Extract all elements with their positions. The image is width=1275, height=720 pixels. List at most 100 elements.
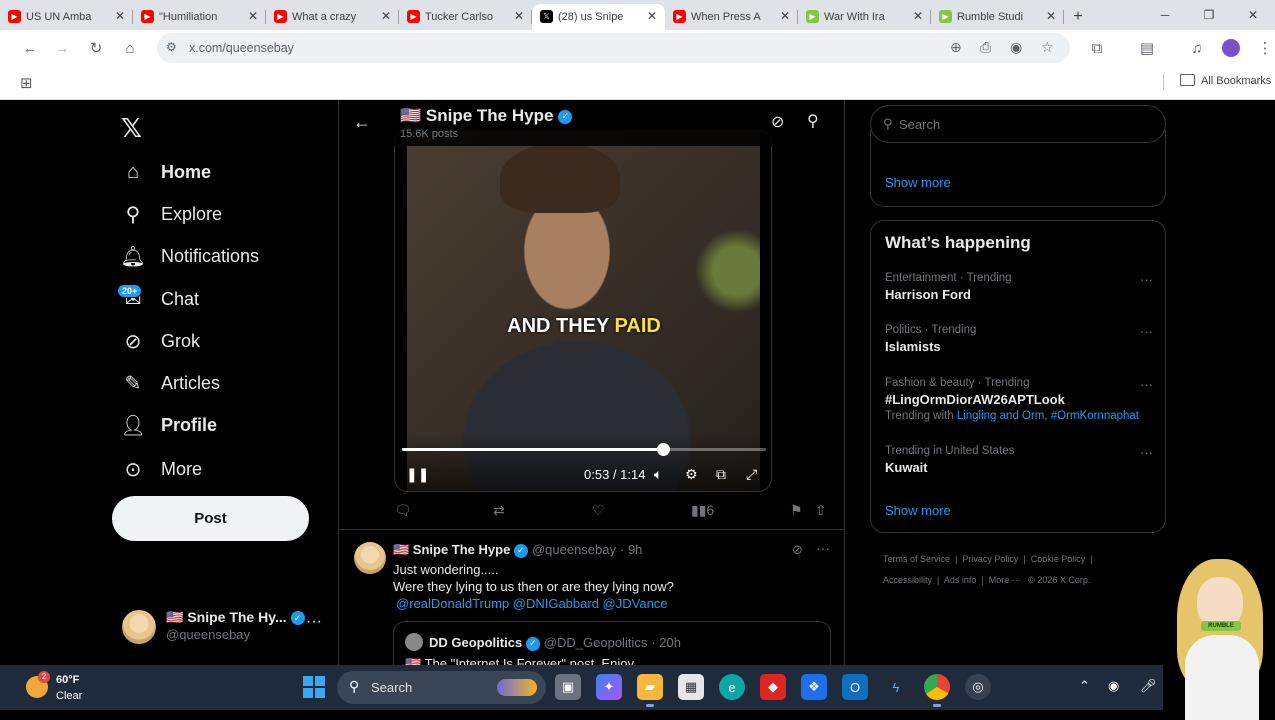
terms-link[interactable]: Terms of Service	[883, 554, 950, 564]
nav-item-profile[interactable]: 👤︎ Profile	[120, 410, 217, 440]
outlook-icon[interactable]: O	[842, 674, 868, 700]
mute-icon[interactable]: 🔈︎	[654, 466, 662, 483]
more-dots-icon[interactable]: ···	[1140, 445, 1153, 460]
browser-tab[interactable]: ▶ US UN Amba ✕	[0, 4, 133, 30]
trend-item[interactable]: Entertainment · Trending Harrison Ford ·…	[885, 272, 1153, 302]
nav-item-grok[interactable]: ⊘ Grok	[121, 326, 200, 356]
browser-tab[interactable]: ▶ When Press A ✕	[665, 4, 798, 30]
video-player[interactable]: AND THEY PAID ❚❚ 0:53 / 1:14 🔈︎ ⚙ ⧉ ⤢	[394, 130, 772, 492]
show-more-link[interactable]: Show more	[885, 503, 951, 518]
pip-icon[interactable]: ⧉	[716, 466, 726, 483]
bookmark-icon[interactable]: ⚑	[790, 502, 803, 519]
reading-mode-icon[interactable]: ▤	[1137, 39, 1157, 57]
nav-item-notifications[interactable]: 🔔︎ Notifications	[120, 241, 259, 271]
more-dots-icon[interactable]: ···	[1140, 272, 1153, 287]
avatar[interactable]	[354, 542, 386, 574]
close-tab-icon[interactable]: ✕	[514, 9, 524, 23]
back-arrow-icon[interactable]: ←	[353, 112, 371, 133]
profile-avatar-icon[interactable]	[1221, 39, 1241, 57]
back-arrow-icon[interactable]: ←	[20, 39, 40, 57]
share-icon[interactable]: ⇧	[815, 502, 827, 519]
trending-with-tags[interactable]: Lingling and Orm, #OrmKornnaphat	[957, 410, 1139, 422]
restore-icon[interactable]: ❐	[1187, 0, 1231, 30]
extensions-icon[interactable]: ⧉	[1087, 39, 1107, 57]
more-dots-icon[interactable]: ···	[816, 540, 830, 556]
tray-app-icon[interactable]: ◉	[1108, 678, 1119, 694]
tweet[interactable]: 🇺🇸 Snipe The Hype ✓ @queensebay · 9h ⊘ ···…	[339, 530, 844, 665]
trend-item[interactable]: Fashion & beauty · Trending #LingOrmDior…	[885, 377, 1153, 422]
quoted-tweet[interactable]: DD Geopolitics ✓ @DD_Geopolitics · 20h 🇺🇸 …	[393, 621, 831, 665]
show-more-link[interactable]: Show more	[885, 175, 951, 190]
close-tab-icon[interactable]: ✕	[248, 9, 258, 23]
apps-grid-icon[interactable]: ⊞	[20, 74, 33, 92]
trend-item[interactable]: Politics · Trending Islamists ···	[885, 324, 1153, 354]
pause-icon[interactable]: ❚❚	[406, 466, 429, 483]
home-icon[interactable]: ⌂	[120, 39, 140, 57]
browser-tab[interactable]: ▶ "Humiliation ✕	[133, 4, 266, 30]
start-button[interactable]	[303, 676, 325, 698]
bookmark-star-icon[interactable]: ☆	[1041, 39, 1054, 56]
address-bar[interactable]: ⚙ x.com/queensebay ⊕ ⎙ ◉ ☆	[157, 33, 1070, 63]
chrome-icon[interactable]	[924, 674, 950, 707]
grok-icon[interactable]: ⊘	[771, 112, 784, 132]
microphone-icon[interactable]: 🎤︎	[1140, 678, 1157, 694]
tray-chevron-icon[interactable]: ⌃	[1079, 678, 1090, 694]
close-tab-icon[interactable]: ✕	[381, 9, 391, 23]
close-tab-icon[interactable]: ✕	[780, 9, 790, 23]
dropbox-icon[interactable]: ❖	[801, 674, 827, 700]
browser-tab[interactable]: ▶ War With Ira ✕	[798, 4, 931, 30]
weather-widget[interactable]: 2 60°F Clear	[26, 671, 96, 704]
more-dots-icon[interactable]: ···	[1140, 377, 1153, 392]
browser-tab-active[interactable]: 𝕏 (28) us Snipe ✕	[532, 4, 665, 30]
media-controls-icon[interactable]: ♫	[1187, 39, 1207, 57]
fullscreen-icon[interactable]: ⤢	[746, 466, 757, 483]
repost-icon[interactable]: ⇄	[493, 502, 505, 519]
trend-item[interactable]: Trending in United States Kuwait ···	[885, 445, 1153, 475]
close-tab-icon[interactable]: ✕	[1046, 9, 1056, 23]
post-button[interactable]: Post	[112, 496, 309, 541]
all-bookmarks-link[interactable]: All Bookmarks	[1201, 75, 1271, 87]
nav-item-articles[interactable]: ✎ Articles	[121, 368, 220, 398]
nav-item-more[interactable]: ⊙ More	[121, 454, 202, 484]
video-scrubber[interactable]	[402, 443, 766, 456]
store-icon[interactable]: ▦	[678, 674, 704, 700]
obs-icon[interactable]: ◎	[965, 674, 991, 700]
more-link[interactable]: More ···	[989, 575, 1021, 585]
accessibility-link[interactable]: Accessibility	[883, 575, 932, 585]
search-icon[interactable]: ⚲	[807, 111, 819, 131]
close-tab-icon[interactable]: ✕	[913, 9, 923, 23]
file-explorer-icon[interactable]: ▰	[637, 674, 663, 707]
install-app-icon[interactable]: ⎙	[980, 39, 991, 56]
copilot-icon[interactable]: ✦	[596, 674, 622, 700]
site-info-icon[interactable]: ⚙	[166, 40, 177, 54]
menu-icon[interactable]: ⋮	[1255, 39, 1275, 57]
tweet-author-name[interactable]: 🇺🇸 Snipe The Hype	[393, 542, 510, 557]
ads-info-link[interactable]: Ads info	[944, 575, 977, 585]
more-dots-icon[interactable]: ···	[1140, 324, 1153, 339]
new-tab-button[interactable]: +	[1064, 4, 1092, 30]
account-switcher[interactable]: 🇺🇸 Snipe The Hy... ✓ @queensebay ···	[122, 605, 332, 651]
red-app-icon[interactable]: ◆	[760, 674, 786, 700]
forward-arrow-icon[interactable]: →	[52, 39, 72, 57]
eye-icon[interactable]: ◉	[1010, 39, 1022, 56]
grok-icon[interactable]: ⊘	[792, 542, 803, 558]
nav-item-explore[interactable]: ⚲ Explore	[121, 199, 222, 229]
close-tab-icon[interactable]: ✕	[115, 9, 125, 23]
browser-tab[interactable]: ▶ What a crazy ✕	[266, 4, 399, 30]
url-text[interactable]: x.com/queensebay	[189, 41, 294, 55]
privacy-link[interactable]: Privacy Policy	[962, 554, 1018, 564]
edge-icon[interactable]: e	[719, 674, 745, 700]
search-input[interactable]	[899, 114, 1149, 134]
tweet-time[interactable]: · 9h	[620, 542, 642, 557]
tweet-mentions[interactable]: @realDonaldTrump @DNIGabbard @JDVance	[396, 596, 668, 611]
browser-tab[interactable]: ▶ Rumble Studi ✕	[931, 4, 1064, 30]
close-window-icon[interactable]: ✕	[1231, 0, 1275, 30]
like-icon[interactable]: ♡	[592, 502, 605, 519]
close-tab-icon[interactable]: ✕	[647, 9, 657, 23]
task-view-icon[interactable]: ▣	[555, 674, 581, 700]
reply-icon[interactable]: 🗨︎	[394, 502, 412, 519]
reload-icon[interactable]: ↻	[86, 39, 106, 57]
zoom-icon[interactable]: ⊕	[950, 39, 962, 56]
x-logo-icon[interactable]: 𝕏	[121, 113, 142, 144]
settings-gear-icon[interactable]: ⚙	[685, 466, 698, 483]
